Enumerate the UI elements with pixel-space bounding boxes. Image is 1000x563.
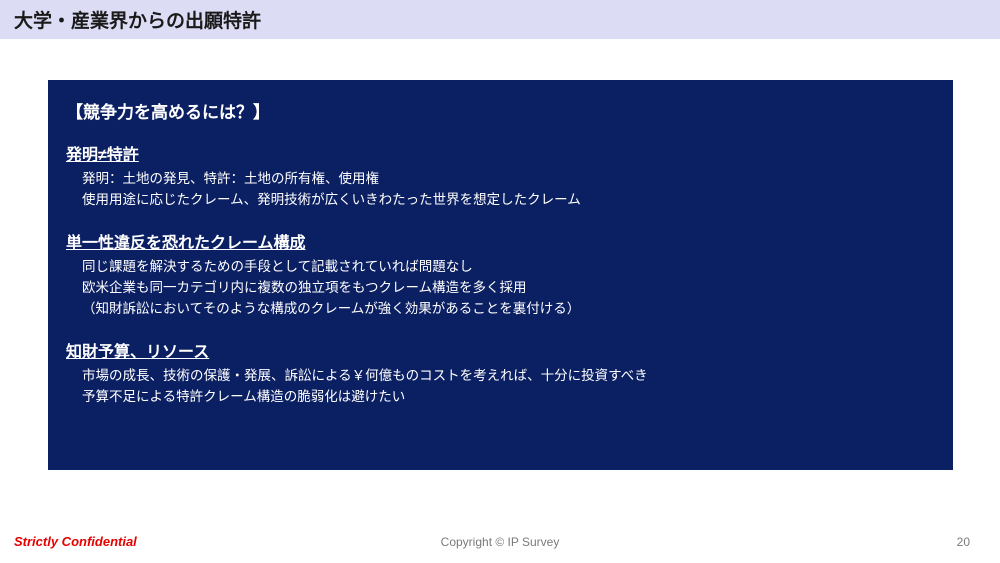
section-3-line: 予算不足による特許クレーム構造の脆弱化は避けたい (82, 387, 935, 408)
section-1: 発明≠特許 発明：土地の発見、特許：土地の所有権、使用権 使用用途に応じたクレー… (66, 141, 935, 211)
section-2: 単一性違反を恐れたクレーム構成 同じ課題を解決するための手段として記載されていれ… (66, 229, 935, 320)
panel-heading: 【競争力を高めるには？】 (66, 98, 935, 123)
section-2-line: 欧米企業も同一カテゴリ内に複数の独立項をもつクレーム構造を多く採用 (82, 278, 935, 299)
section-1-line: 使用用途に応じたクレーム、発明技術が広くいきわたった世界を想定したクレーム (82, 190, 935, 211)
page-number: 20 (957, 535, 970, 549)
slide: 大学・産業界からの出願特許 【競争力を高めるには？】 発明≠特許 発明：土地の発… (0, 0, 1000, 563)
section-3-body: 市場の成長、技術の保護・発展、訴訟による￥何億ものコストを考えれば、十分に投資す… (66, 366, 935, 408)
title-bar: 大学・産業界からの出願特許 (0, 0, 1000, 39)
section-1-head: 発明≠特許 (66, 141, 935, 165)
section-3: 知財予算、リソース 市場の成長、技術の保護・発展、訴訟による￥何億ものコストを考… (66, 338, 935, 408)
section-1-body: 発明：土地の発見、特許：土地の所有権、使用権 使用用途に応じたクレーム、発明技術… (66, 169, 935, 211)
section-2-body: 同じ課題を解決するための手段として記載されていれば問題なし 欧米企業も同一カテゴ… (66, 257, 935, 320)
confidential-label: Strictly Confidential (14, 534, 137, 549)
section-2-line: 同じ課題を解決するための手段として記載されていれば問題なし (82, 257, 935, 278)
copyright-label: Copyright © IP Survey (441, 535, 560, 549)
section-3-line: 市場の成長、技術の保護・発展、訴訟による￥何億ものコストを考えれば、十分に投資す… (82, 366, 935, 387)
content-panel: 【競争力を高めるには？】 発明≠特許 発明：土地の発見、特許：土地の所有権、使用… (48, 80, 953, 470)
section-2-head: 単一性違反を恐れたクレーム構成 (66, 229, 935, 253)
section-2-line: （知財訴訟においてそのような構成のクレームが強く効果があることを裏付ける） (82, 299, 935, 320)
footer: Strictly Confidential Copyright © IP Sur… (0, 534, 1000, 549)
section-1-line: 発明：土地の発見、特許：土地の所有権、使用権 (82, 169, 935, 190)
slide-title: 大学・産業界からの出願特許 (14, 6, 986, 33)
section-3-head: 知財予算、リソース (66, 338, 935, 362)
